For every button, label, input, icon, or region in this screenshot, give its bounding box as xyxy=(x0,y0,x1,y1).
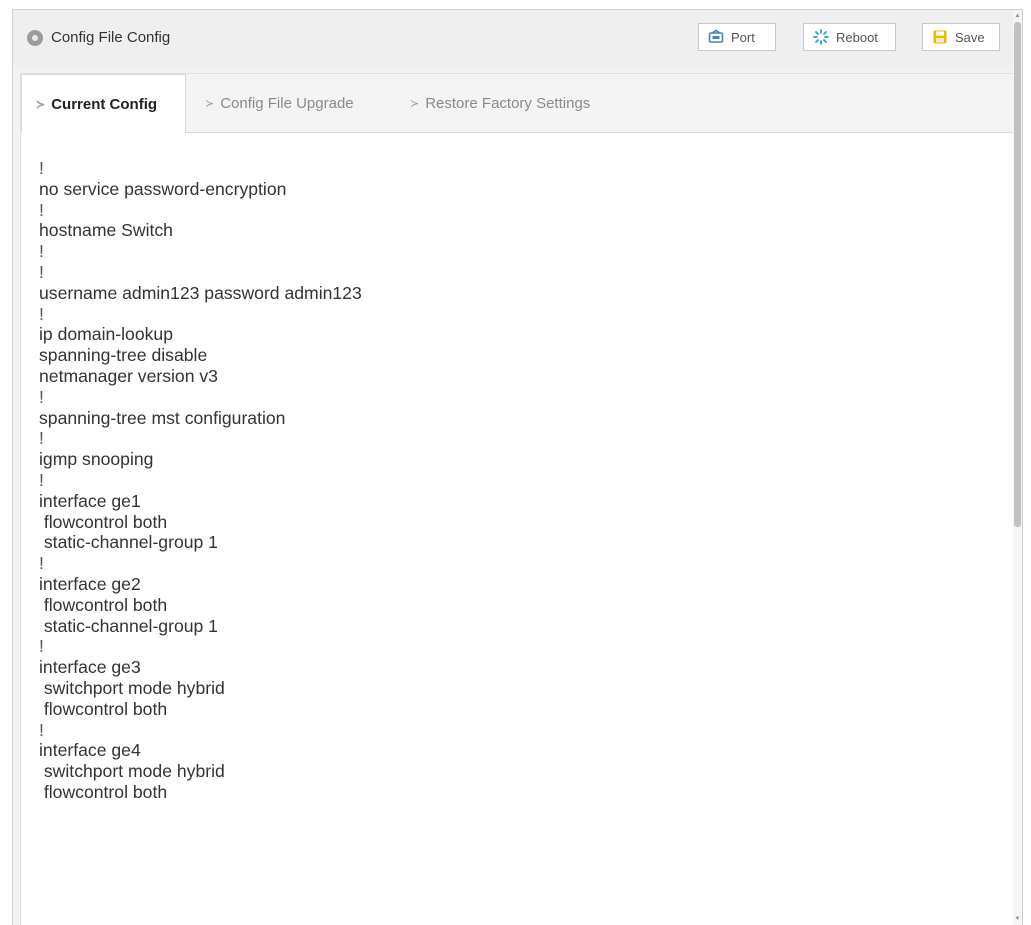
tab-bar: ≻ Current Config ≻ Config File Upgrade ≻… xyxy=(21,74,1022,133)
config-line: ip domain-lookup xyxy=(39,324,173,345)
save-icon xyxy=(932,29,948,45)
content-panel: ≻ Current Config ≻ Config File Upgrade ≻… xyxy=(20,73,1022,925)
config-line: flowcontrol both xyxy=(39,594,168,615)
reboot-icon xyxy=(813,29,829,45)
tab-label: Config File Upgrade xyxy=(220,95,354,112)
config-line: ! xyxy=(39,199,44,220)
config-line: netmanager version v3 xyxy=(39,365,218,386)
config-line: flowcontrol both xyxy=(39,511,168,532)
chevron-right-icon: ≻ xyxy=(410,98,420,110)
window-title: Config File Config xyxy=(51,29,171,46)
config-line: ! xyxy=(39,636,44,657)
config-line: interface ge2 xyxy=(39,573,141,594)
config-file-window: Config File Config Port Reboot Save ≻ Cu… xyxy=(12,9,1023,925)
config-line: igmp snooping xyxy=(39,449,154,470)
port-label: Port xyxy=(731,29,755,45)
config-line: ! xyxy=(39,261,44,282)
status-dot-icon xyxy=(27,30,43,46)
config-line: username admin123 password admin123 xyxy=(39,282,362,303)
config-line: ! xyxy=(39,303,44,324)
reboot-label: Reboot xyxy=(836,29,878,45)
config-line: ! xyxy=(39,553,44,574)
tab-config-file-upgrade[interactable]: ≻ Config File Upgrade xyxy=(205,74,354,133)
config-line: static-channel-group 1 xyxy=(39,615,218,636)
config-line: spanning-tree mst configuration xyxy=(39,407,286,428)
config-line: flowcontrol both xyxy=(39,698,168,719)
scrollbar-thumb[interactable] xyxy=(1014,22,1021,527)
config-line: ! xyxy=(39,719,44,740)
port-icon xyxy=(708,29,724,45)
tab-label: Restore Factory Settings xyxy=(425,95,591,112)
config-line: interface ge4 xyxy=(39,740,141,761)
config-line: static-channel-group 1 xyxy=(39,532,218,553)
reboot-button[interactable]: Reboot xyxy=(803,23,896,51)
scroll-down-arrow-icon[interactable]: ▼ xyxy=(1014,915,1021,923)
vertical-scrollbar[interactable]: ▲ ▼ xyxy=(1013,10,1022,925)
config-line: interface ge1 xyxy=(39,490,141,511)
config-line: ! xyxy=(39,158,44,178)
config-line: spanning-tree disable xyxy=(39,345,208,366)
save-label: Save xyxy=(955,29,985,45)
title-bar: Config File Config Port Reboot Save xyxy=(13,10,1022,66)
config-line: switchport mode hybrid xyxy=(39,761,225,782)
save-button[interactable]: Save xyxy=(922,23,1000,51)
config-line: ! xyxy=(39,469,44,490)
chevron-right-icon: ≻ xyxy=(205,98,215,110)
config-line: ! xyxy=(39,428,44,449)
chevron-right-icon: ≻ xyxy=(36,98,46,111)
tab-current-config[interactable]: ≻ Current Config xyxy=(21,74,186,133)
config-line: ! xyxy=(39,386,44,407)
scroll-up-arrow-icon[interactable]: ▲ xyxy=(1014,12,1021,20)
config-line: hostname Switch xyxy=(39,220,173,241)
config-line: interface ge3 xyxy=(39,657,141,678)
config-line: switchport mode hybrid xyxy=(39,677,225,698)
tab-restore-factory-settings[interactable]: ≻ Restore Factory Settings xyxy=(410,74,590,133)
config-text-area: ! no service password-encryption! hostname… xyxy=(39,158,992,925)
port-button[interactable]: Port xyxy=(698,23,776,51)
config-line: ! xyxy=(39,241,44,262)
config-line: flowcontrol both xyxy=(39,781,168,802)
tab-label: Current Config xyxy=(51,95,158,113)
config-line: no service password-encryption xyxy=(39,178,287,199)
